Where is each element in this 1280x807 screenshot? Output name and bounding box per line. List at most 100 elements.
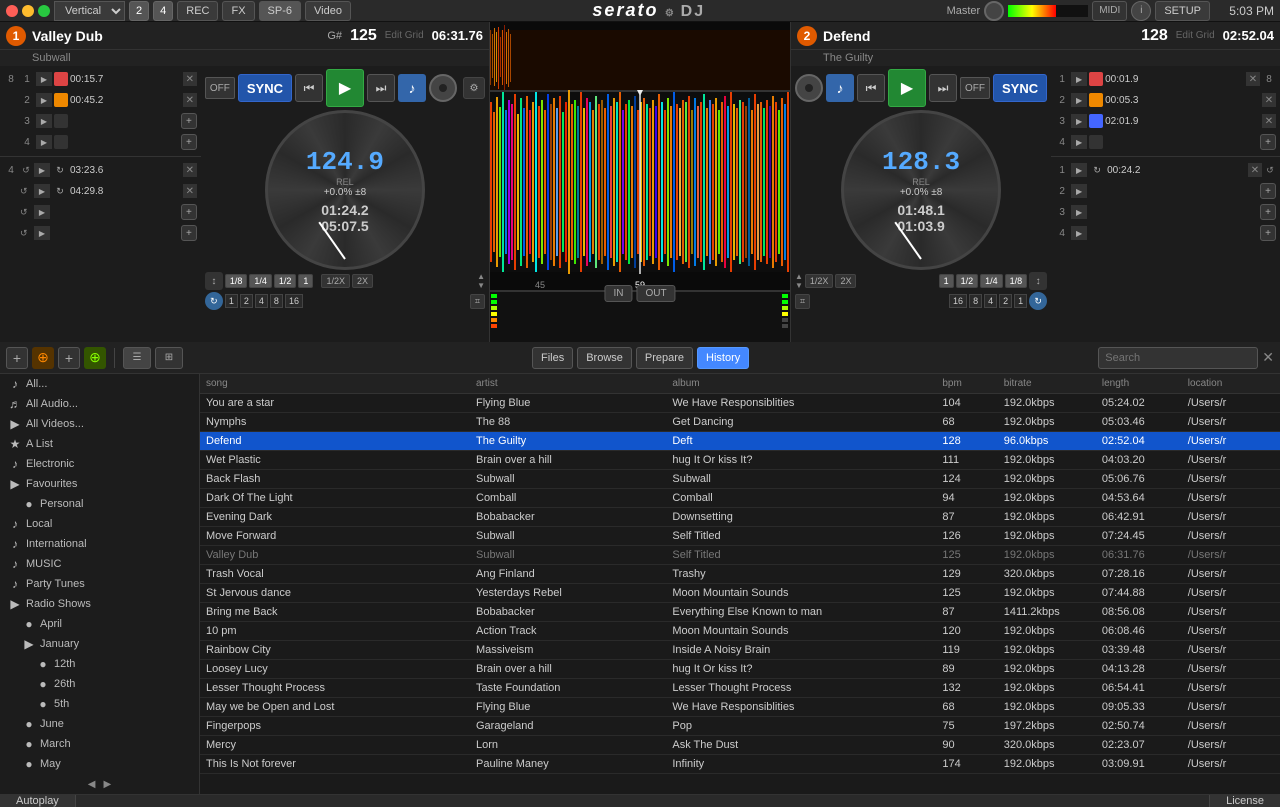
sidebar-item-january[interactable]: ▶ January xyxy=(0,634,199,654)
deck2-scroll-up[interactable]: ▲ xyxy=(795,272,803,281)
video-button[interactable]: Video xyxy=(305,1,351,21)
deck2-n8[interactable]: 8 xyxy=(969,294,982,308)
table-row[interactable]: Lesser Thought ProcessTaste FoundationLe… xyxy=(200,679,1280,698)
deck2-quant-icon[interactable]: ↕ xyxy=(1029,272,1047,290)
list-view-button[interactable]: ☰ xyxy=(123,347,151,369)
deck1-n16[interactable]: 16 xyxy=(285,294,303,308)
deck1-q-1-4[interactable]: 1/4 xyxy=(249,274,272,288)
maximize-button[interactable] xyxy=(38,5,50,17)
deck1-n4[interactable]: 4 xyxy=(255,294,268,308)
deck2-scroll-down[interactable]: ▼ xyxy=(795,281,803,290)
deck2-loop4-add[interactable]: + xyxy=(1260,225,1276,241)
table-row[interactable]: Back FlashSubwallSubwall124192.0kbps05:0… xyxy=(200,470,1280,489)
close-button[interactable] xyxy=(6,5,18,17)
rec-button[interactable]: REC xyxy=(177,1,218,21)
col-length[interactable]: length xyxy=(1096,374,1182,394)
deck2-cue1-play[interactable]: ▶ xyxy=(1071,72,1087,86)
deck2-bpm-wheel[interactable]: 128.3 REL +0.0% ±8 01:48.1 01:03.9 xyxy=(841,110,1001,270)
license-button[interactable]: License xyxy=(1209,795,1280,807)
sidebar-item-march[interactable]: ● March xyxy=(0,734,199,754)
info-button[interactable]: i xyxy=(1131,1,1151,21)
deck2-q-2x[interactable]: 2X xyxy=(835,274,856,288)
deck2-q-1-8[interactable]: 1/8 xyxy=(1005,274,1028,288)
deck1-cue4-add[interactable]: + xyxy=(181,134,197,150)
sidebar-item-party-tunes[interactable]: ♪ Party Tunes xyxy=(0,574,199,594)
deck1-cue4-play[interactable]: ▶ xyxy=(36,135,52,149)
deck2-cue3-play[interactable]: ▶ xyxy=(1071,114,1087,128)
deck2-n2[interactable]: 2 xyxy=(999,294,1012,308)
deck2-prev-button[interactable]: ⏮ xyxy=(857,74,885,102)
sidebar-item-may[interactable]: ● May xyxy=(0,754,199,774)
table-row[interactable]: 10 pmAction TrackMoon Mountain Sounds120… xyxy=(200,622,1280,641)
deck2-sync-button[interactable]: SYNC xyxy=(993,74,1047,102)
sidebar-item-electronic[interactable]: ♪ Electronic xyxy=(0,454,199,474)
table-row[interactable]: MercyLornAsk The Dust90320.0kbps02:23.07… xyxy=(200,736,1280,755)
deck2-loop1-play[interactable]: ▶ xyxy=(1071,163,1087,177)
deck2-keylock-button[interactable]: ⌗ xyxy=(795,294,810,309)
grid-view-button[interactable]: ⊞ xyxy=(155,347,183,369)
midi-button[interactable]: MIDI xyxy=(1092,1,1127,21)
deck1-cue3-play[interactable]: ▶ xyxy=(36,114,52,128)
deck2-loop3-add[interactable]: + xyxy=(1260,204,1276,220)
deck1-loop-icon[interactable]: ↻ xyxy=(205,292,223,310)
deck1-note-button[interactable]: ♪ xyxy=(398,74,426,102)
sp6-button[interactable]: SP-6 xyxy=(259,1,301,21)
deck2-play-button[interactable]: ▶ xyxy=(888,69,926,107)
sidebar-item-june[interactable]: ● June xyxy=(0,714,199,734)
table-row[interactable]: This Is Not foreverPauline ManeyInfinity… xyxy=(200,755,1280,774)
layout-select[interactable]: Vertical xyxy=(54,1,125,21)
deck2-loop2-add[interactable]: + xyxy=(1260,183,1276,199)
sidebar-item-all-videos[interactable]: ▶ All Videos... xyxy=(0,414,199,434)
deck1-quant-icon[interactable]: ↕ xyxy=(205,272,223,290)
deck2-q-1-4[interactable]: 1/4 xyxy=(980,274,1003,288)
deck2-loop-icon[interactable]: ↻ xyxy=(1029,292,1047,310)
deck1-loop2-play[interactable]: ▶ xyxy=(34,184,50,198)
minimize-button[interactable] xyxy=(22,5,34,17)
table-row[interactable]: Rainbow CityMassiveismInside A Noisy Bra… xyxy=(200,641,1280,660)
deck1-loop4-add[interactable]: + xyxy=(181,225,197,241)
deck1-loop3-play[interactable]: ▶ xyxy=(34,205,50,219)
autoplay-button[interactable]: Autoplay xyxy=(0,795,76,807)
table-row[interactable]: FingerpopsGaragelandPop75197.2kbps02:50.… xyxy=(200,717,1280,736)
deck1-loop4-play[interactable]: ▶ xyxy=(34,226,50,240)
deck2-cue2-delete[interactable]: ✕ xyxy=(1262,93,1276,107)
history-tab[interactable]: History xyxy=(697,347,749,369)
deck1-cue1-delete[interactable]: ✕ xyxy=(183,72,197,86)
deck2-loop1-icon[interactable]: ↻ xyxy=(1089,165,1105,176)
col-bitrate[interactable]: bitrate xyxy=(998,374,1096,394)
deck2-loop3-play[interactable]: ▶ xyxy=(1071,205,1087,219)
deck1-bpm-wheel[interactable]: 124.9 REL +0.0% ±8 01:24.2 05:07.5 xyxy=(265,110,425,270)
sidebar-item-5th[interactable]: ● 5th xyxy=(0,694,199,714)
deck1-vinyl-button[interactable] xyxy=(429,74,457,102)
num-4-button[interactable]: 4 xyxy=(153,1,173,21)
deck1-n2[interactable]: 2 xyxy=(240,294,253,308)
col-song[interactable]: song xyxy=(200,374,470,394)
table-row[interactable]: DefendThe GuiltyDeft12896.0kbps02:52.04/… xyxy=(200,432,1280,451)
deck2-loop1-delete[interactable]: ✕ xyxy=(1248,163,1262,177)
deck1-settings-button[interactable]: ⚙ xyxy=(463,77,485,99)
fx-button[interactable]: FX xyxy=(222,1,254,21)
sidebar-item-international[interactable]: ♪ International xyxy=(0,534,199,554)
deck1-off-button[interactable]: OFF xyxy=(205,77,235,99)
table-row[interactable]: Trash VocalAng FinlandTrashy129320.0kbps… xyxy=(200,565,1280,584)
deck2-cue2-play[interactable]: ▶ xyxy=(1071,93,1087,107)
deck1-q-1-2[interactable]: 1/2 xyxy=(274,274,297,288)
sidebar-item-12th[interactable]: ● 12th xyxy=(0,654,199,674)
table-row[interactable]: Wet PlasticBrain over a hillhug It Or ki… xyxy=(200,451,1280,470)
deck1-cue1-play[interactable]: ▶ xyxy=(36,72,52,86)
table-row[interactable]: Loosey LucyBrain over a hillhug It Or ki… xyxy=(200,660,1280,679)
setup-button[interactable]: SETUP xyxy=(1155,1,1210,21)
sidebar-item-personal[interactable]: ● Personal xyxy=(0,494,199,514)
deck2-cue1-delete[interactable]: ✕ xyxy=(1246,72,1260,86)
deck2-vinyl-button[interactable] xyxy=(795,74,823,102)
deck1-n8[interactable]: 8 xyxy=(270,294,283,308)
col-artist[interactable]: artist xyxy=(470,374,666,394)
deck2-loop2-play[interactable]: ▶ xyxy=(1071,184,1087,198)
table-row[interactable]: Dark Of The LightComballComball94192.0kb… xyxy=(200,489,1280,508)
track-table-scroll[interactable]: song artist album bpm bitrate length loc… xyxy=(200,374,1280,794)
deck1-n1[interactable]: 1 xyxy=(225,294,238,308)
sidebar-item-a-list[interactable]: ★ A List xyxy=(0,434,199,454)
deck2-next-button[interactable]: ⏭ xyxy=(929,74,957,102)
table-row[interactable]: St Jervous danceYesterdays RebelMoon Mou… xyxy=(200,584,1280,603)
col-location[interactable]: location xyxy=(1182,374,1280,394)
